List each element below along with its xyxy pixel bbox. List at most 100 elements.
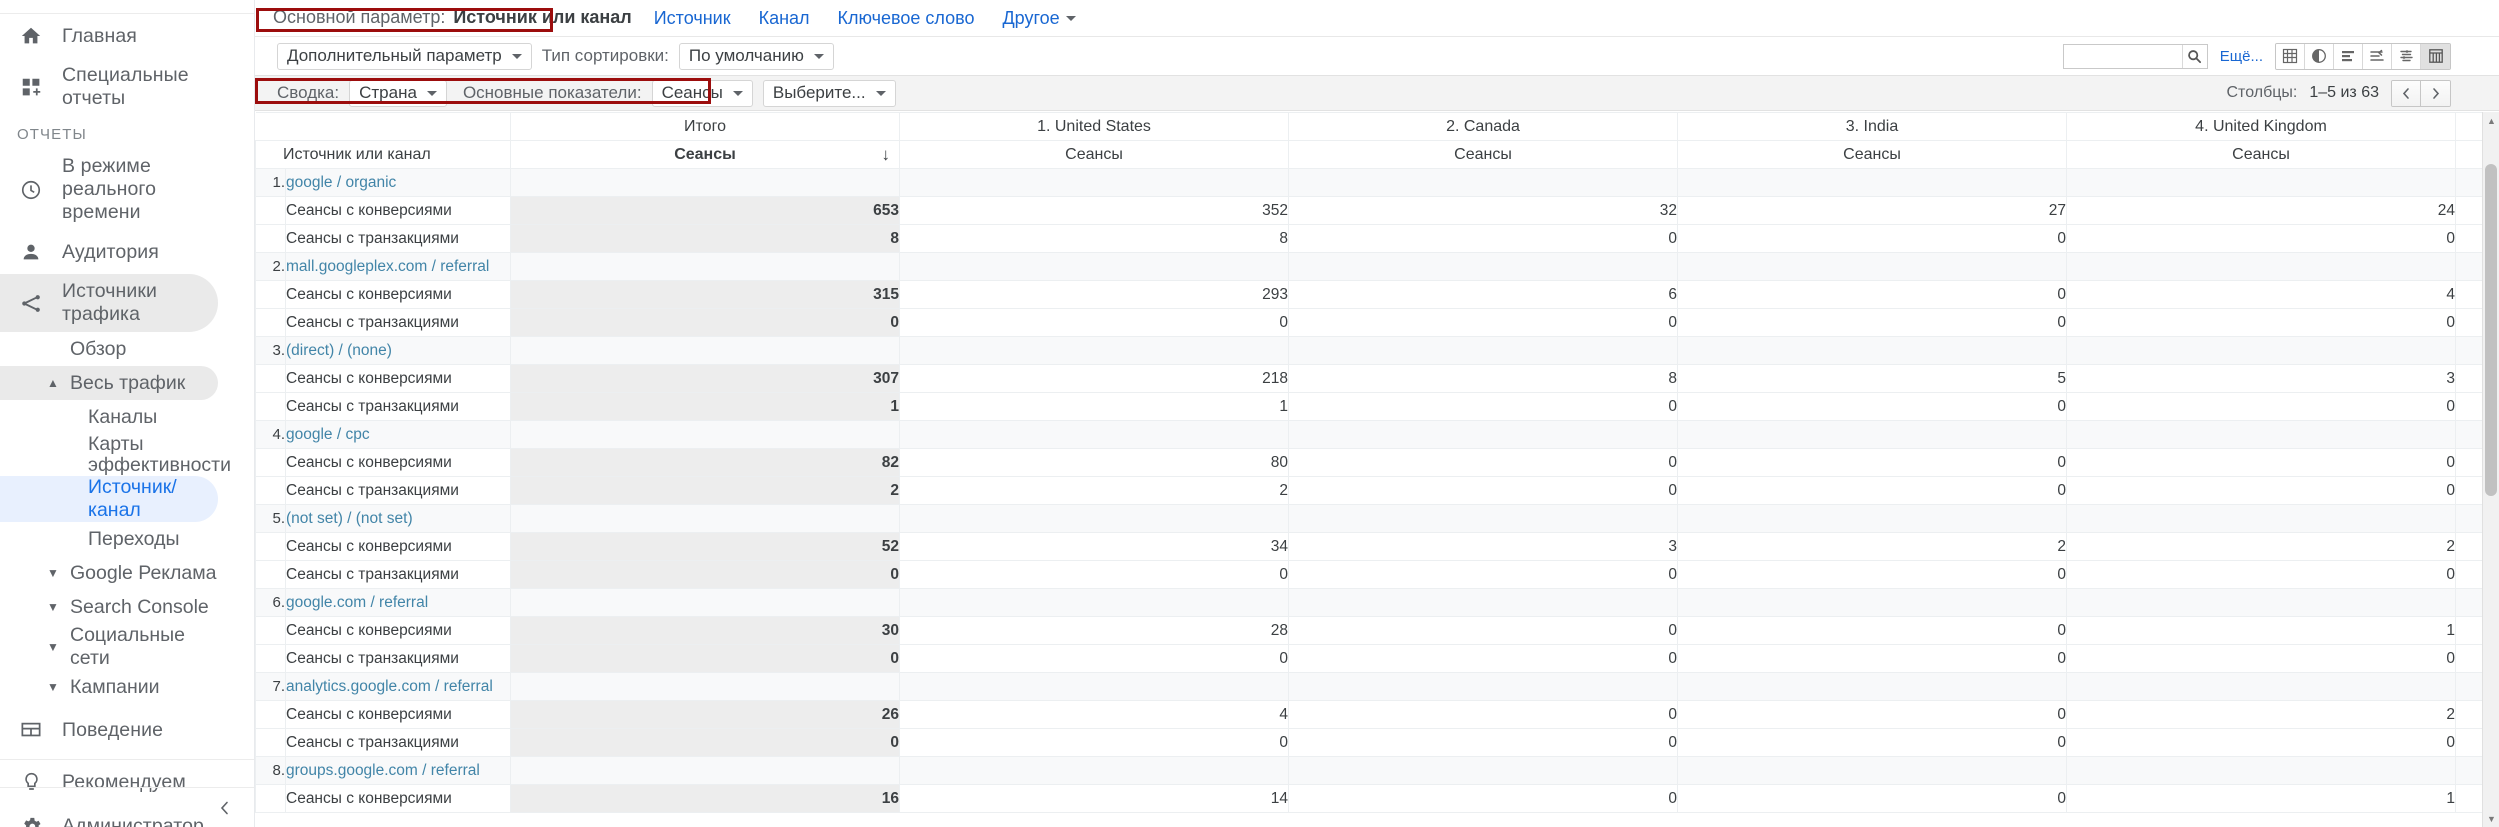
metric-pivot-value: 5 <box>2455 364 2482 393</box>
primary-dimension-selected[interactable]: Основной параметр: Источник или канал <box>264 1 640 35</box>
search-box[interactable] <box>2062 43 2208 69</box>
pivot-table-head: Итого 1. United States 2. Canada 3. Indi… <box>255 112 2482 169</box>
sidebar-item-campaigns-label: Кампании <box>70 675 160 698</box>
table-row[interactable]: 3. (direct) / (none) <box>255 336 2482 365</box>
sidebar-item-custom-reports[interactable]: Специальные отчеты <box>0 58 254 116</box>
dimension-link[interactable]: analytics.google.com / referral <box>286 678 493 695</box>
share-nodes-icon <box>0 292 62 315</box>
column-header-metric-2[interactable]: Сеансы <box>1288 140 1678 169</box>
row-total-blank <box>510 588 900 617</box>
metric-pivot-value: 0 <box>1677 700 2067 729</box>
column-header-metric-5[interactable]: Сеансы <box>2455 140 2482 169</box>
column-header-metric-total[interactable]: Сеансы ↓ <box>510 140 900 169</box>
row-pivot-blank <box>899 504 1289 533</box>
row-dimension[interactable]: google / organic <box>285 168 511 197</box>
dimension-link[interactable]: (direct) / (none) <box>286 342 392 359</box>
sidebar-item-channels[interactable]: Каналы <box>0 400 218 434</box>
sidebar-item-treemaps[interactable]: Карты эффективности <box>0 434 231 476</box>
table-row[interactable]: 6. google.com / referral <box>255 588 2482 617</box>
sidebar-item-audience[interactable]: Аудитория <box>0 230 254 274</box>
table-row[interactable]: 2. mall.googleplex.com / referral <box>255 252 2482 281</box>
row-pivot-blank <box>2066 168 2456 197</box>
pivot-metric-2-dropdown[interactable]: Выберите... <box>762 79 896 107</box>
dimension-tab-keyword[interactable]: Ключевое слово <box>824 2 989 35</box>
pivot-metric-1-dropdown[interactable]: Сеансы <box>651 79 753 107</box>
sidebar-item-overview[interactable]: Обзор <box>0 332 218 366</box>
dimension-link[interactable]: google / cpc <box>286 426 370 443</box>
metric-total-value: 0 <box>510 560 900 589</box>
sidebar-item-source-medium[interactable]: Источник/канал <box>0 476 218 522</box>
sidebar-item-all-traffic[interactable]: ▲ Весь трафик <box>0 366 218 400</box>
dimension-link[interactable]: (not set) / (not set) <box>286 510 413 527</box>
column-header-metric-total-label: Сеансы <box>674 145 736 163</box>
row-pivot-blank <box>1677 252 2067 281</box>
sidebar-item-behavior[interactable]: Поведение <box>0 708 254 752</box>
row-dimension[interactable]: groups.google.com / referral <box>285 756 511 785</box>
secondary-dimension-dropdown[interactable]: Дополнительный параметр <box>277 42 532 70</box>
columns-next-button[interactable] <box>2421 80 2450 106</box>
column-header-dimension[interactable]: Источник или канал <box>255 140 511 169</box>
dimension-link[interactable]: groups.google.com / referral <box>286 762 480 779</box>
metric-row-index-spacer <box>255 224 286 253</box>
dimension-link[interactable]: mall.googleplex.com / referral <box>286 258 489 275</box>
dimension-tab-source[interactable]: Источник <box>640 2 745 35</box>
row-dimension[interactable]: (not set) / (not set) <box>285 504 511 533</box>
row-dimension[interactable]: google / cpc <box>285 420 511 449</box>
column-header-metric-3[interactable]: Сеансы <box>1677 140 2067 169</box>
table-row[interactable]: 1. google / organic <box>255 168 2482 197</box>
search-input[interactable] <box>2063 44 2182 68</box>
pie-chart-icon[interactable] <box>2305 43 2334 69</box>
metric-row-label: Сеансы с конверсиями <box>285 784 511 813</box>
dimension-tab-other[interactable]: Другое <box>988 2 1089 35</box>
pivot-by-dropdown[interactable]: Страна <box>349 79 447 107</box>
sidebar-item-referrals[interactable]: Переходы <box>0 522 218 556</box>
sidebar-item-search-console[interactable]: ▼ Search Console <box>0 590 218 624</box>
bar-chart-icon[interactable] <box>2334 43 2363 69</box>
table-vertical-scrollbar[interactable]: ▲ ▼ <box>2482 112 2499 827</box>
scroll-down-icon[interactable]: ▼ <box>2483 810 2499 827</box>
search-button[interactable] <box>2181 44 2207 68</box>
sidebar-item-home[interactable]: Главная <box>0 14 254 58</box>
metric-pivot-value: 14 <box>899 784 1289 813</box>
table-row[interactable]: 8. groups.google.com / referral <box>255 756 2482 785</box>
table-row[interactable]: 5. (not set) / (not set) <box>255 504 2482 533</box>
column-header-metric-4[interactable]: Сеансы <box>2066 140 2456 169</box>
dimension-tab-medium[interactable]: Канал <box>745 2 824 35</box>
table-row[interactable]: 4. google / cpc <box>255 420 2482 449</box>
sidebar-collapse-button[interactable] <box>0 787 254 827</box>
sidebar-item-campaigns[interactable]: ▼ Кампании <box>0 670 218 704</box>
sidebar-item-realtime[interactable]: В режиме реального времени <box>0 149 254 230</box>
sidebar-item-acquisition[interactable]: Источники трафика <box>0 274 218 332</box>
column-header-metric-1[interactable]: Сеансы <box>899 140 1289 169</box>
metric-pivot-value: 0 <box>1677 308 2067 337</box>
scrollbar-thumb[interactable] <box>2485 164 2497 496</box>
sort-type-dropdown[interactable]: По умолчанию <box>678 42 834 70</box>
table-row[interactable]: 7. analytics.google.com / referral <box>255 672 2482 701</box>
more-options-link[interactable]: Ещё... <box>2220 48 2263 65</box>
sidebar-item-acquisition-label: Источники трафика <box>62 280 158 325</box>
group-header-total: Итого <box>510 112 900 141</box>
sidebar-item-social[interactable]: ▼ Социальные сети <box>0 624 218 670</box>
chevron-left-icon <box>220 801 228 814</box>
sidebar-item-google-ads[interactable]: ▼ Google Реклама <box>0 556 218 590</box>
row-dimension[interactable]: (direct) / (none) <box>285 336 511 365</box>
dimension-link[interactable]: google.com / referral <box>286 594 428 611</box>
row-dimension[interactable]: mall.googleplex.com / referral <box>285 252 511 281</box>
search-icon <box>2188 49 2202 63</box>
metric-row-index-spacer <box>255 728 286 757</box>
row-pivot-blank <box>899 168 1289 197</box>
metric-pivot-value: 0 <box>2455 532 2482 561</box>
metric-pivot-value: 28 <box>899 616 1289 645</box>
row-dimension[interactable]: google.com / referral <box>285 588 511 617</box>
pivot-table-icon[interactable] <box>2421 43 2450 69</box>
term-cloud-icon[interactable] <box>2392 43 2421 69</box>
columns-prev-button[interactable] <box>2392 80 2421 106</box>
row-pivot-blank <box>1288 756 1678 785</box>
sidebar-section-reports: ОТЧЕТЫ <box>17 126 87 143</box>
row-dimension[interactable]: analytics.google.com / referral <box>285 672 511 701</box>
table-grid-icon[interactable] <box>2276 43 2305 69</box>
dimension-link[interactable]: google / organic <box>286 174 396 191</box>
scroll-up-icon[interactable]: ▲ <box>2483 112 2499 129</box>
metric-pivot-value: 6 <box>1288 280 1678 309</box>
comparison-icon[interactable] <box>2363 43 2392 69</box>
